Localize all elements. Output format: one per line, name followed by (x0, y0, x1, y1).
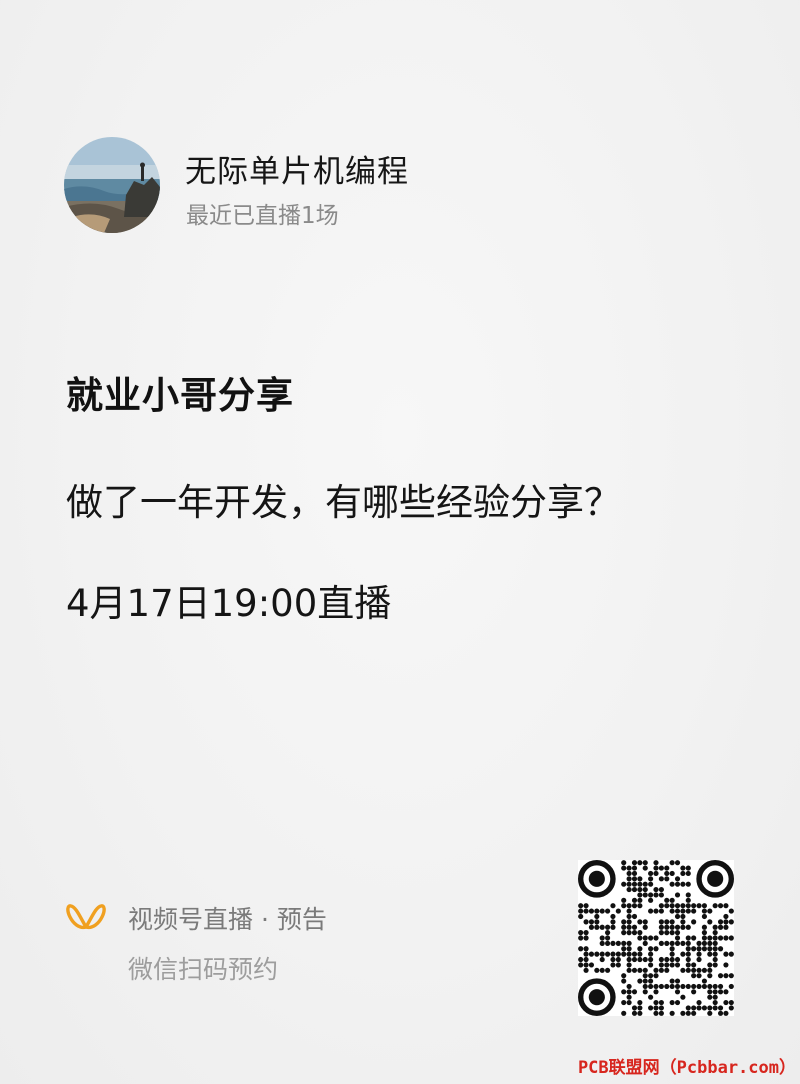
avatar-photo (64, 137, 160, 233)
author-name[interactable]: 无际单片机编程 (185, 146, 409, 191)
qr-code-graphic (578, 860, 734, 1016)
live-datetime: 4月17日19:00直播 (66, 582, 392, 625)
scan-to-reserve-hint: 微信扫码预约 (128, 955, 279, 984)
avatar[interactable] (64, 137, 160, 233)
channels-live-preview-label: 视频号直播 · 预告 (128, 905, 327, 934)
post-question: 做了一年开发，有哪些经验分享？ (66, 481, 621, 524)
live-preview-card: 无际单片机编程 最近已直播1场 就业小哥分享 做了一年开发，有哪些经验分享？ 4… (0, 0, 800, 1084)
qr-code[interactable] (578, 860, 734, 1016)
watermark: PCB联盟网（Pcbbar.com） (577, 1058, 796, 1078)
author-live-count: 最近已直播1场 (186, 203, 339, 229)
channels-butterfly-icon (66, 897, 106, 937)
post-headline: 就业小哥分享 (66, 374, 294, 417)
